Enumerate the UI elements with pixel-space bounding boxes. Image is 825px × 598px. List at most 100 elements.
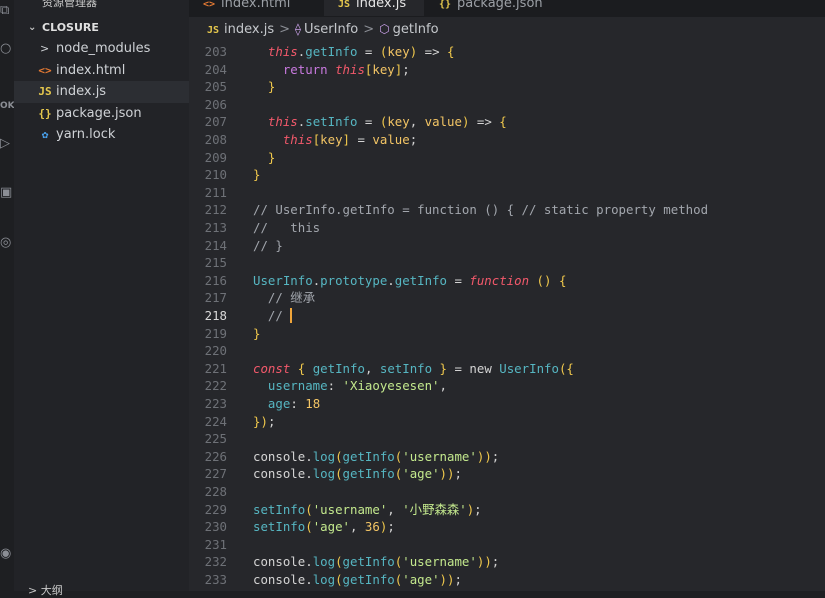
explorer-sidebar: 资源管理器 ··· ⌄ CLOSURE > node_modules <> index… (14, 0, 189, 597)
code-line[interactable]: 203 this.getInfo = (key) => { (189, 43, 825, 60)
tree-item-index-js[interactable]: JS index.js (14, 81, 189, 103)
files-icon[interactable]: ⧉ (0, 0, 14, 22)
code-text: // 继承 (267, 290, 316, 306)
code-line[interactable]: 222 username: 'Xiaoyesesen', (189, 377, 825, 394)
code-text: UserInfo.prototype.getInfo = function ()… (253, 272, 567, 288)
code-line[interactable]: 208 this[key] = value; (189, 131, 825, 148)
chevron-right-icon: > (279, 22, 291, 37)
code-text: // } (253, 237, 283, 253)
code-line[interactable]: 223 age: 18 (189, 395, 825, 412)
code-line[interactable]: 219} (189, 325, 825, 342)
line-number: 222 (204, 378, 227, 394)
folder-closure[interactable]: ⌄ CLOSURE (14, 17, 189, 39)
run-debug-icon[interactable]: ▷ (0, 133, 14, 155)
code-line[interactable]: 218 // (189, 307, 825, 324)
chevron-down-icon: ⌄ (28, 22, 37, 33)
code-text: this.setInfo = (key, value) => { (267, 114, 507, 130)
code-line[interactable]: 205 } (189, 78, 825, 95)
code-editor[interactable]: JS index.js > ⟠ UserInfo > ⬡ getInfo 203 this.g… (189, 17, 825, 591)
line-number: 221 (204, 360, 227, 376)
line-number: 225 (204, 431, 227, 447)
code-text: console.log(getInfo('age')); (253, 466, 462, 482)
code-line[interactable]: 220 (189, 342, 825, 359)
code-line[interactable]: 207 this.setInfo = (key, value) => { (189, 113, 825, 130)
tab-package-json[interactable]: {} package.json (425, 0, 575, 16)
tab-index-js[interactable]: JS index.js (324, 0, 424, 16)
code-text: this.getInfo = (key) => { (267, 44, 455, 59)
code-text: username: 'Xiaoyesesen', (267, 378, 447, 394)
remote-icon[interactable]: ◎ (0, 232, 14, 254)
code-line[interactable]: 221 const { getInfo, setInfo } = new User… (189, 360, 825, 377)
tree-item-index-html[interactable]: <> index.html (14, 60, 189, 82)
js-icon: JS (38, 85, 52, 98)
line-number: 224 (204, 413, 227, 429)
code-line[interactable]: 214 // } (189, 237, 825, 254)
code-line[interactable]: 209 } (189, 149, 825, 166)
line-number: 212 (204, 202, 227, 218)
code-text: } (253, 167, 261, 183)
code-line[interactable]: 232 console.log(getInfo('username')); (189, 553, 825, 570)
yarn-icon: ✿ (41, 128, 49, 141)
code-line[interactable]: 217 // 继承 (189, 289, 825, 306)
code-line[interactable]: 213 // this (189, 219, 825, 236)
code-text: }); (253, 413, 276, 429)
code-line[interactable]: 225 (189, 430, 825, 447)
code-text: } (267, 149, 276, 165)
code-line[interactable]: 230 setInfo('age', 36); (189, 518, 825, 535)
line-number: 209 (204, 149, 227, 165)
breadcrumb-file[interactable]: index.js (224, 22, 274, 37)
tree-item-label: yarn.lock (56, 127, 116, 142)
tree-item-label: index.html (56, 62, 126, 78)
line-number: 217 (204, 290, 227, 306)
code-text: this[key] = value; (282, 132, 418, 147)
line-number: 218 (204, 308, 227, 323)
line-number: 232 (204, 554, 227, 570)
code-text: const { getInfo, setInfo } = new UserInf… (253, 360, 574, 376)
code-line[interactable]: 226 console.log(getInfo('username')); (189, 448, 825, 465)
code-text: setInfo('username', '小野森森'); (253, 501, 482, 517)
code-text: // UserInfo.getInfo = function () { // s… (253, 202, 709, 218)
method-icon: ⬡ (379, 22, 390, 36)
more-actions-icon[interactable]: ··· (163, 0, 177, 6)
tree-item-label: package.json (56, 105, 142, 121)
tab-label: index.js (356, 0, 407, 11)
code-line[interactable]: 228 (189, 483, 825, 500)
line-number: 207 (204, 114, 227, 130)
line-number: 233 (204, 572, 227, 587)
code-line[interactable]: 231 (189, 536, 825, 553)
code-line[interactable]: 227 console.log(getInfo('age')); (189, 465, 825, 482)
account-icon[interactable]: ◉ (0, 543, 14, 565)
breadcrumb-class[interactable]: UserInfo (304, 22, 358, 37)
code-line[interactable]: 204 return this[key]; (189, 61, 825, 78)
line-number: 223 (204, 396, 227, 411)
code-line[interactable]: 206 (189, 96, 825, 113)
breadcrumb-method[interactable]: getInfo (393, 22, 439, 37)
line-number: 206 (204, 96, 227, 112)
code-line[interactable]: 216 UserInfo.prototype.getInfo = function… (189, 272, 825, 289)
line-number: 231 (204, 536, 227, 552)
tree-item-label: index.js (56, 84, 107, 99)
code-text: console.log(getInfo('age')); (253, 572, 462, 587)
json-icon: {} (38, 106, 52, 120)
code-line[interactable]: 224}); (189, 413, 825, 430)
code-line[interactable]: 212 // UserInfo.getInfo = function () { /… (189, 201, 825, 218)
tree-item-node-modules[interactable]: > node_modules (14, 38, 189, 60)
line-number: 220 (204, 343, 227, 359)
line-number: 210 (204, 167, 227, 183)
code-line[interactable]: 211 (189, 184, 825, 201)
code-line[interactable]: 233 console.log(getInfo('age')); (189, 571, 825, 588)
explorer-title: 资源管理器 (42, 0, 97, 9)
file-type-icon: {} (439, 0, 452, 10)
code-text: // this (253, 220, 321, 235)
code-line[interactable]: 215 (189, 254, 825, 271)
outline-section[interactable]: > 大纲 (28, 582, 63, 598)
tree-item-package-json[interactable]: {} package.json (14, 103, 189, 125)
line-number: 211 (204, 184, 227, 200)
tab-index-html[interactable]: <> index.html (189, 0, 309, 16)
line-number: 204 (204, 61, 227, 77)
code-line[interactable]: 210} (189, 166, 825, 183)
extensions-icon[interactable]: ▣ (0, 182, 14, 204)
code-line[interactable]: 229 setInfo('username', '小野森森'); (189, 501, 825, 518)
tree-item-yarn-lock[interactable]: ✿ yarn.lock (14, 124, 189, 146)
search-icon[interactable]: ○ (0, 38, 14, 60)
